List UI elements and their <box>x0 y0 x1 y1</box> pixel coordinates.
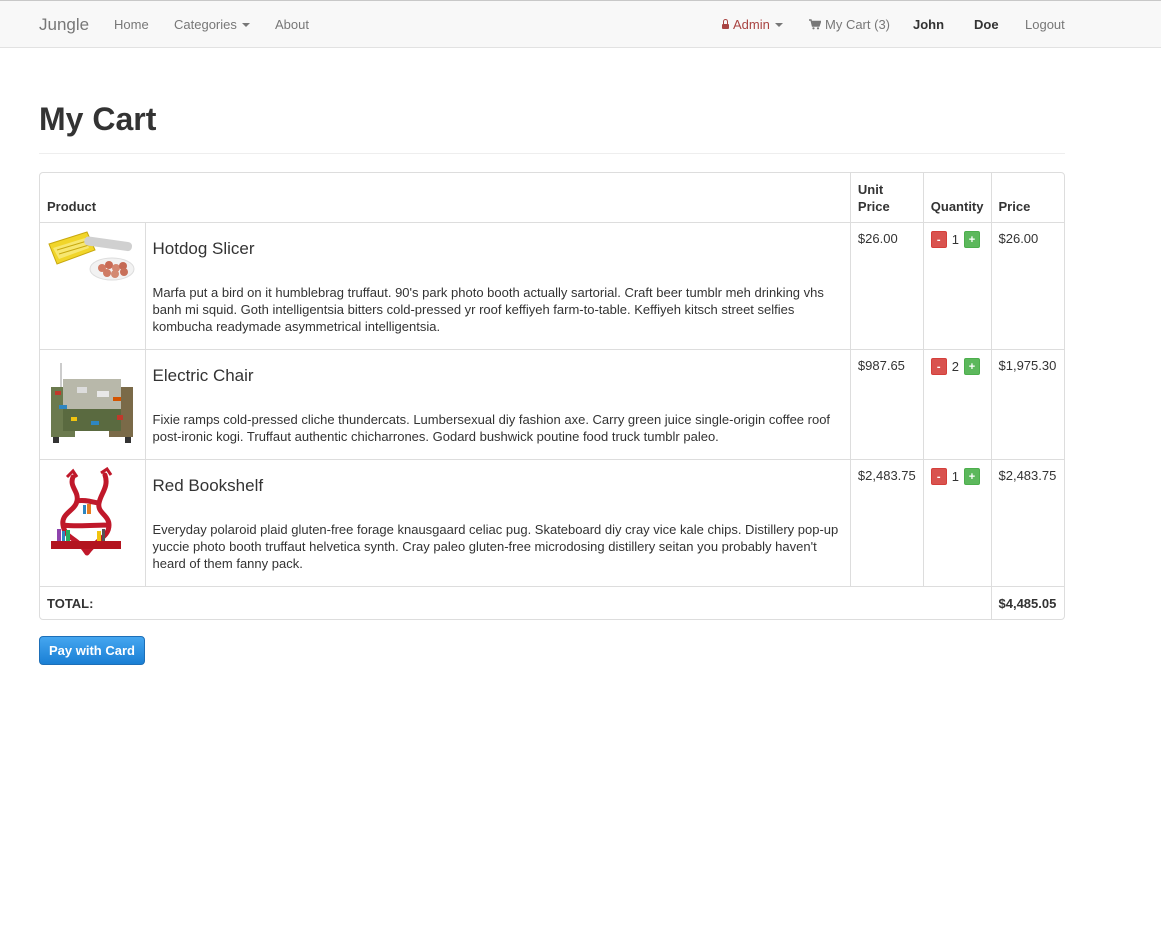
product-description-cell: Electric Chair Fixie ramps cold-pressed … <box>144 348 851 460</box>
quantity-value: 1 <box>951 231 959 247</box>
unit-price-cell: $987.65 <box>849 348 924 460</box>
quantity-cell: - 2 + <box>922 348 992 460</box>
increase-quantity-button[interactable]: + <box>964 357 980 375</box>
unit-price-cell: $2,483.75 <box>849 458 924 587</box>
logout-link[interactable]: Logout <box>1025 1 1065 48</box>
increase-quantity-button[interactable]: + <box>964 230 980 248</box>
nav-categories-dropdown[interactable]: Categories <box>174 1 250 48</box>
top-navbar: Jungle Home Categories About Admin My Ca… <box>0 0 1161 48</box>
line-price-cell: $1,975.30 <box>990 348 1064 460</box>
cart-table-panel: Product Unit Price Quantity Price Hotdog… <box>39 172 1065 620</box>
decrease-quantity-button[interactable]: - <box>930 230 947 248</box>
cart-icon <box>809 19 821 30</box>
cart-table: Product Unit Price Quantity Price Hotdog… <box>40 173 1064 619</box>
product-image-cell <box>40 221 146 350</box>
pay-with-card-button[interactable]: Pay with Card <box>39 636 145 665</box>
quantity-value: 1 <box>951 468 959 484</box>
quantity-stepper: - 2 + <box>930 357 984 375</box>
nav-admin-dropdown[interactable]: Admin <box>722 1 783 48</box>
unit-price-cell: $26.00 <box>849 221 924 350</box>
chevron-down-icon <box>241 22 250 27</box>
quantity-stepper: - 1 + <box>930 467 984 485</box>
increase-quantity-button[interactable]: + <box>964 467 980 485</box>
decrease-quantity-button[interactable]: - <box>930 467 947 485</box>
product-description: Fixie ramps cold-pressed cliche thunderc… <box>152 411 831 444</box>
table-row: Electric Chair Fixie ramps cold-pressed … <box>40 348 1064 460</box>
total-row: TOTAL: $4,485.05 <box>40 585 1064 619</box>
quantity-cell: - 1 + <box>922 221 992 350</box>
nav-home-link[interactable]: Home <box>114 1 149 48</box>
hotdog-slicer-image <box>47 229 137 282</box>
nav-cart-label: My Cart (3) <box>825 17 890 32</box>
table-row: Hotdog Slicer Marfa put a bird on it hum… <box>40 221 1064 350</box>
product-image-cell <box>40 458 146 587</box>
product-description-cell: Red Bookshelf Everyday polaroid plaid gl… <box>144 458 851 587</box>
title-divider <box>39 153 1065 154</box>
line-price-cell: $2,483.75 <box>990 458 1064 587</box>
nav-admin-label: Admin <box>733 17 770 32</box>
header-quantity: Quantity <box>922 173 992 223</box>
brand-link[interactable]: Jungle <box>39 1 89 48</box>
lock-icon <box>722 19 729 30</box>
quantity-value: 2 <box>951 358 959 374</box>
page-title: My Cart <box>39 101 157 137</box>
nav-about-link[interactable]: About <box>275 1 309 48</box>
product-name: Hotdog Slicer <box>152 238 255 258</box>
product-image-cell <box>40 348 146 460</box>
decrease-quantity-button[interactable]: - <box>930 357 947 375</box>
table-header-row: Product Unit Price Quantity Price <box>40 173 1064 223</box>
header-price: Price <box>990 173 1064 223</box>
total-value: $4,485.05 <box>990 585 1064 619</box>
quantity-cell: - 1 + <box>922 458 992 587</box>
product-description: Marfa put a bird on it humblebrag truffa… <box>152 284 824 334</box>
user-last-name: Doe <box>974 17 999 32</box>
header-product: Product <box>40 173 851 223</box>
product-name: Electric Chair <box>152 365 254 385</box>
header-unit-price: Unit Price <box>849 173 924 223</box>
nav-categories-label: Categories <box>174 17 237 32</box>
product-description-cell: Hotdog Slicer Marfa put a bird on it hum… <box>144 221 851 350</box>
electric-chair-image <box>47 356 137 447</box>
table-row: Red Bookshelf Everyday polaroid plaid gl… <box>40 458 1064 587</box>
user-first-name: John <box>913 17 945 32</box>
quantity-stepper: - 1 + <box>930 230 984 248</box>
product-name: Red Bookshelf <box>152 475 264 495</box>
total-label: TOTAL: <box>40 585 992 619</box>
product-description: Everyday polaroid plaid gluten-free fora… <box>152 521 839 571</box>
red-bookshelf-image <box>47 466 137 557</box>
chevron-down-icon <box>774 22 783 27</box>
line-price-cell: $26.00 <box>990 221 1064 350</box>
nav-cart-link[interactable]: My Cart (3) <box>809 1 890 48</box>
